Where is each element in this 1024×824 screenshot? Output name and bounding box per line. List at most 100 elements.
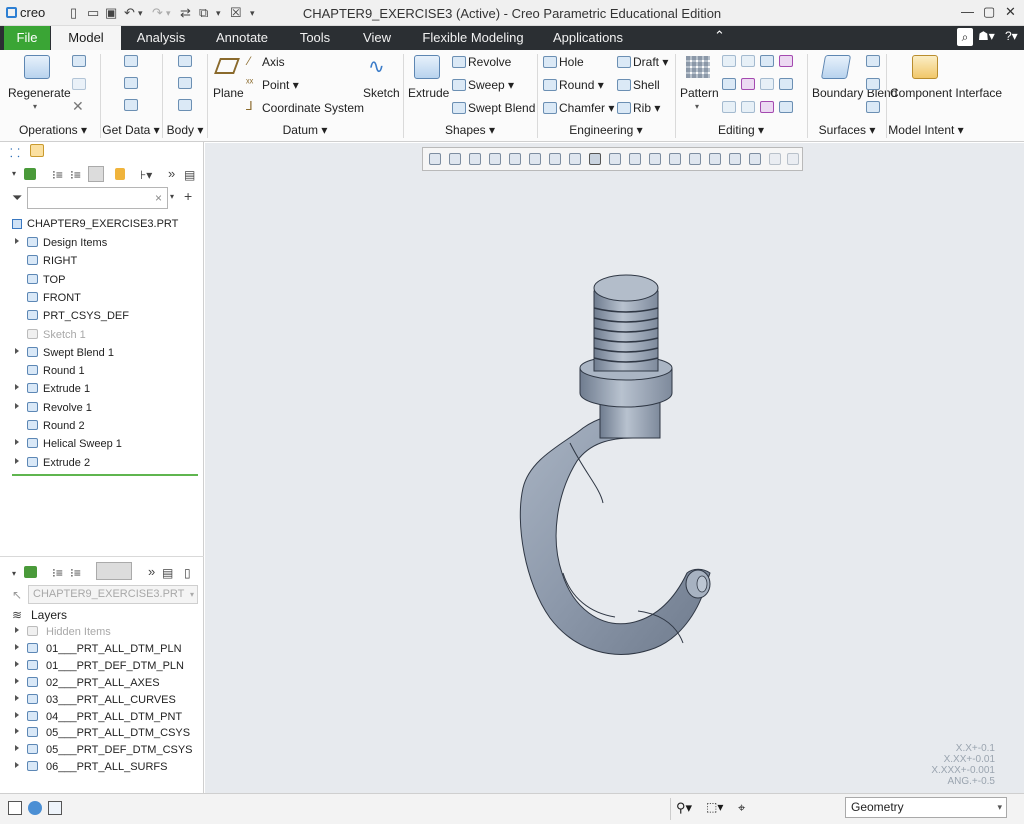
- more-icon[interactable]: »: [168, 166, 175, 181]
- point-button[interactable]: Point ▾: [262, 78, 299, 92]
- expand-arrow-icon[interactable]: [15, 694, 19, 701]
- tab-annotate[interactable]: Annotate: [204, 26, 280, 50]
- expand-arrow-icon[interactable]: [15, 643, 19, 650]
- user-defined-feature-icon[interactable]: [124, 55, 138, 67]
- tab-tools[interactable]: Tools: [288, 26, 342, 50]
- expand-arrow-icon[interactable]: [15, 384, 19, 391]
- tree-filters-icon[interactable]: ⁝≡: [70, 168, 81, 182]
- selection-filter-select[interactable]: Geometry ▾: [845, 797, 1007, 818]
- layer-display-icon[interactable]: [24, 566, 37, 578]
- redo-icon[interactable]: ↷: [152, 5, 163, 21]
- expand-arrow-icon[interactable]: [15, 238, 19, 244]
- tree-item[interactable]: PRT_CSYS_DEF: [0, 307, 200, 325]
- component-interface-button[interactable]: Component Interface: [890, 86, 1002, 101]
- pattern-button[interactable]: Pattern: [680, 86, 719, 100]
- freestyle-icon[interactable]: [866, 101, 880, 113]
- tree-item[interactable]: Revolve 1: [0, 399, 200, 417]
- intersect-icon[interactable]: [741, 78, 755, 90]
- coordinate-system-button[interactable]: Coordinate System: [262, 101, 364, 115]
- new-body-icon[interactable]: [178, 77, 192, 89]
- tree-item[interactable]: Round 2: [0, 417, 200, 435]
- layer-item[interactable]: 05___PRT_DEF_DTM_CSYS: [0, 741, 200, 759]
- show-dropdown-icon[interactable]: ▾: [12, 169, 16, 178]
- trim-icon[interactable]: [760, 55, 774, 67]
- section-icon[interactable]: [629, 153, 641, 165]
- perspective-icon[interactable]: [609, 153, 621, 165]
- tree-display-icon[interactable]: [24, 168, 36, 180]
- zoom-window-icon[interactable]: [489, 153, 501, 165]
- tree-item[interactable]: Round 1: [0, 362, 200, 380]
- redo-dropdown-icon[interactable]: ▾: [166, 8, 171, 19]
- solidify-icon[interactable]: [779, 78, 793, 90]
- details-icon[interactable]: ▤: [184, 168, 195, 182]
- tab-applications[interactable]: Applications: [542, 26, 634, 50]
- appearance-icon[interactable]: [649, 153, 661, 165]
- learning-icon[interactable]: ☗▾: [978, 29, 995, 43]
- layer-filters-icon[interactable]: ⁝≡: [70, 566, 81, 580]
- offset-icon[interactable]: [722, 78, 736, 90]
- group-model-intent-label[interactable]: Model Intent ▾: [888, 123, 964, 137]
- zoom-out-icon[interactable]: [469, 153, 481, 165]
- shell-button[interactable]: Shell: [633, 78, 660, 92]
- pattern-dropdown-icon[interactable]: ▾: [695, 102, 699, 111]
- show-browser-icon[interactable]: [28, 801, 42, 815]
- expand-arrow-icon[interactable]: [15, 627, 19, 633]
- expand-arrow-icon[interactable]: [15, 711, 19, 718]
- highlight-icon[interactable]: [115, 168, 125, 180]
- plane-button[interactable]: Plane: [213, 86, 244, 100]
- tab-view[interactable]: View: [351, 26, 403, 50]
- regenerate-button[interactable]: Regenerate: [8, 86, 71, 100]
- wrap-icon[interactable]: [741, 101, 755, 113]
- layer-item[interactable]: 04___PRT_ALL_DTM_PNT: [0, 708, 200, 726]
- expand-arrow-icon[interactable]: [15, 762, 19, 769]
- graphics-window[interactable]: [205, 143, 1024, 793]
- expand-arrow-icon[interactable]: [15, 439, 19, 446]
- find-icon[interactable]: ⚲▾: [676, 800, 692, 816]
- search-icon[interactable]: ⌕: [957, 28, 973, 46]
- extrude-button[interactable]: Extrude: [408, 86, 449, 100]
- tree-item[interactable]: RIGHT: [0, 252, 200, 270]
- zoom-in-icon[interactable]: [449, 153, 461, 165]
- style-icon[interactable]: [866, 78, 880, 90]
- group-body-label[interactable]: Body ▾: [164, 123, 206, 137]
- tree-item[interactable]: Extrude 1: [0, 380, 200, 398]
- hook-model[interactable]: [205, 143, 1024, 793]
- sketch-button[interactable]: Sketch: [363, 86, 400, 100]
- collapse-ribbon-icon[interactable]: ⌃: [714, 28, 725, 44]
- tab-file[interactable]: File: [4, 26, 50, 50]
- tab-analysis[interactable]: Analysis: [126, 26, 196, 50]
- undo-icon[interactable]: ↶: [124, 5, 135, 21]
- new-icon[interactable]: ▯: [70, 5, 77, 21]
- delete-icon[interactable]: ✕: [72, 98, 84, 115]
- display-style-icon[interactable]: [549, 153, 561, 165]
- tab-flexible-modeling[interactable]: Flexible Modeling: [412, 26, 534, 50]
- expand-arrow-icon[interactable]: [15, 457, 19, 464]
- insert-indicator[interactable]: [12, 474, 198, 476]
- layer-details-icon[interactable]: ▯: [184, 566, 191, 580]
- windows-icon[interactable]: ⧉: [199, 5, 208, 21]
- copy-icon[interactable]: [72, 55, 86, 67]
- shrinkwrap-icon[interactable]: [124, 99, 138, 111]
- group-engineering-label[interactable]: Engineering ▾: [539, 123, 673, 137]
- hole-button[interactable]: Hole: [559, 55, 584, 69]
- stop-icon[interactable]: [787, 153, 799, 165]
- annotation-display-icon[interactable]: [689, 153, 701, 165]
- mirror-icon[interactable]: [722, 55, 736, 67]
- revolve-button[interactable]: Revolve: [468, 55, 511, 69]
- round-button[interactable]: Round ▾: [559, 78, 604, 92]
- reorient-icon[interactable]: [529, 153, 541, 165]
- open-icon[interactable]: ▭: [87, 5, 99, 21]
- remove-icon[interactable]: [779, 101, 793, 113]
- swept-blend-button[interactable]: Swept Blend: [468, 101, 535, 115]
- tree-item[interactable]: Design Items: [0, 234, 200, 252]
- datum-display-icon[interactable]: [669, 153, 681, 165]
- clear-search-icon[interactable]: ×: [155, 191, 162, 205]
- tree-item[interactable]: Sketch 1: [0, 326, 200, 344]
- tree-item[interactable]: Helical Sweep 1: [0, 435, 200, 453]
- tree-item[interactable]: TOP: [0, 271, 200, 289]
- help-icon[interactable]: ?▾: [1005, 29, 1018, 43]
- close-window-icon[interactable]: ☒: [230, 5, 242, 21]
- close-icon[interactable]: ✕: [1005, 4, 1016, 20]
- chamfer-button[interactable]: Chamfer ▾: [559, 101, 614, 115]
- expand-arrow-icon[interactable]: [15, 660, 19, 667]
